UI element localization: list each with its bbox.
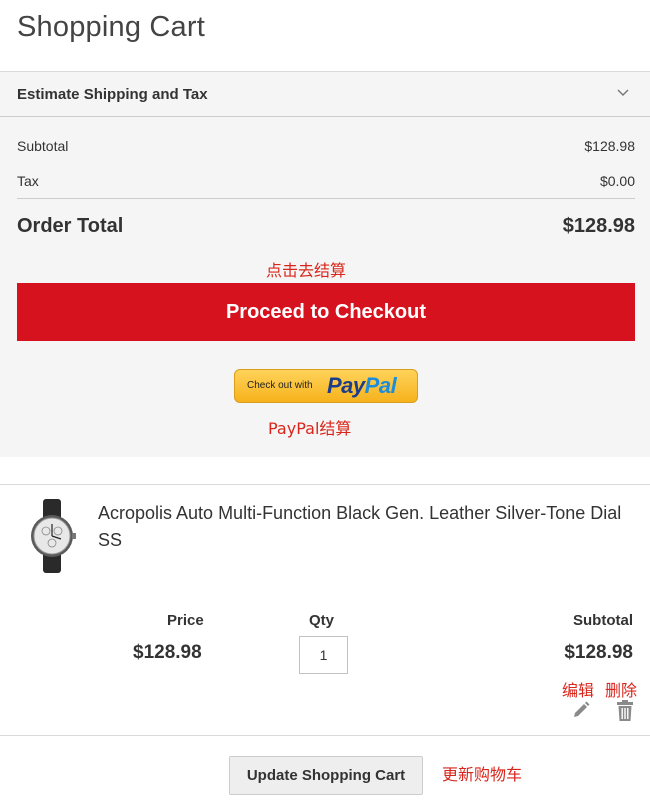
- paypal-annotation: PayPal结算: [268, 419, 352, 438]
- paypal-logo-pay: Pay: [327, 373, 365, 398]
- product-image[interactable]: [23, 499, 81, 573]
- update-shopping-cart-button[interactable]: Update Shopping Cart: [229, 756, 423, 795]
- estimate-shipping-toggle[interactable]: Estimate Shipping and Tax: [0, 72, 650, 117]
- checkout-annotation: 点击去结算: [266, 261, 347, 280]
- order-total-value: $128.98: [562, 215, 635, 237]
- page-title: Shopping Cart: [17, 11, 205, 43]
- cart-item: Acropolis Auto Multi-Function Black Gen.…: [0, 484, 650, 736]
- item-subtotal: $128.98: [564, 642, 633, 663]
- item-price: $128.98: [133, 642, 202, 663]
- qty-input[interactable]: [299, 636, 348, 674]
- paypal-checkout-button[interactable]: Check out with PayPal: [234, 369, 418, 403]
- trash-icon[interactable]: [616, 700, 634, 721]
- estimate-shipping-label: Estimate Shipping and Tax: [17, 86, 208, 103]
- subtotal-value: $128.98: [584, 138, 635, 154]
- subtotal-label: Subtotal: [17, 138, 69, 154]
- pencil-icon[interactable]: [571, 700, 591, 720]
- paypal-logo: PayPal: [327, 373, 397, 399]
- tax-label: Tax: [17, 173, 39, 189]
- proceed-to-checkout-button[interactable]: Proceed to Checkout: [17, 283, 635, 341]
- order-total-label: Order Total: [17, 215, 124, 237]
- product-name-link[interactable]: Acropolis Auto Multi-Function Black Gen.…: [98, 500, 628, 554]
- paypal-logo-pal: Pal: [364, 373, 397, 398]
- delete-annotation: 删除: [605, 681, 638, 700]
- paypal-prefix: Check out with: [247, 380, 313, 391]
- edit-annotation: 编辑: [562, 681, 595, 700]
- price-column-label: Price: [167, 612, 204, 629]
- item-subtotal-label: Subtotal: [573, 612, 633, 629]
- update-annotation: 更新购物车: [442, 765, 523, 784]
- totals-divider: [17, 198, 635, 199]
- tax-value: $0.00: [599, 173, 635, 189]
- qty-column-label: Qty: [309, 612, 335, 629]
- cart-summary: Estimate Shipping and Tax Subtotal $128.…: [0, 71, 650, 457]
- chevron-down-icon: [617, 89, 629, 96]
